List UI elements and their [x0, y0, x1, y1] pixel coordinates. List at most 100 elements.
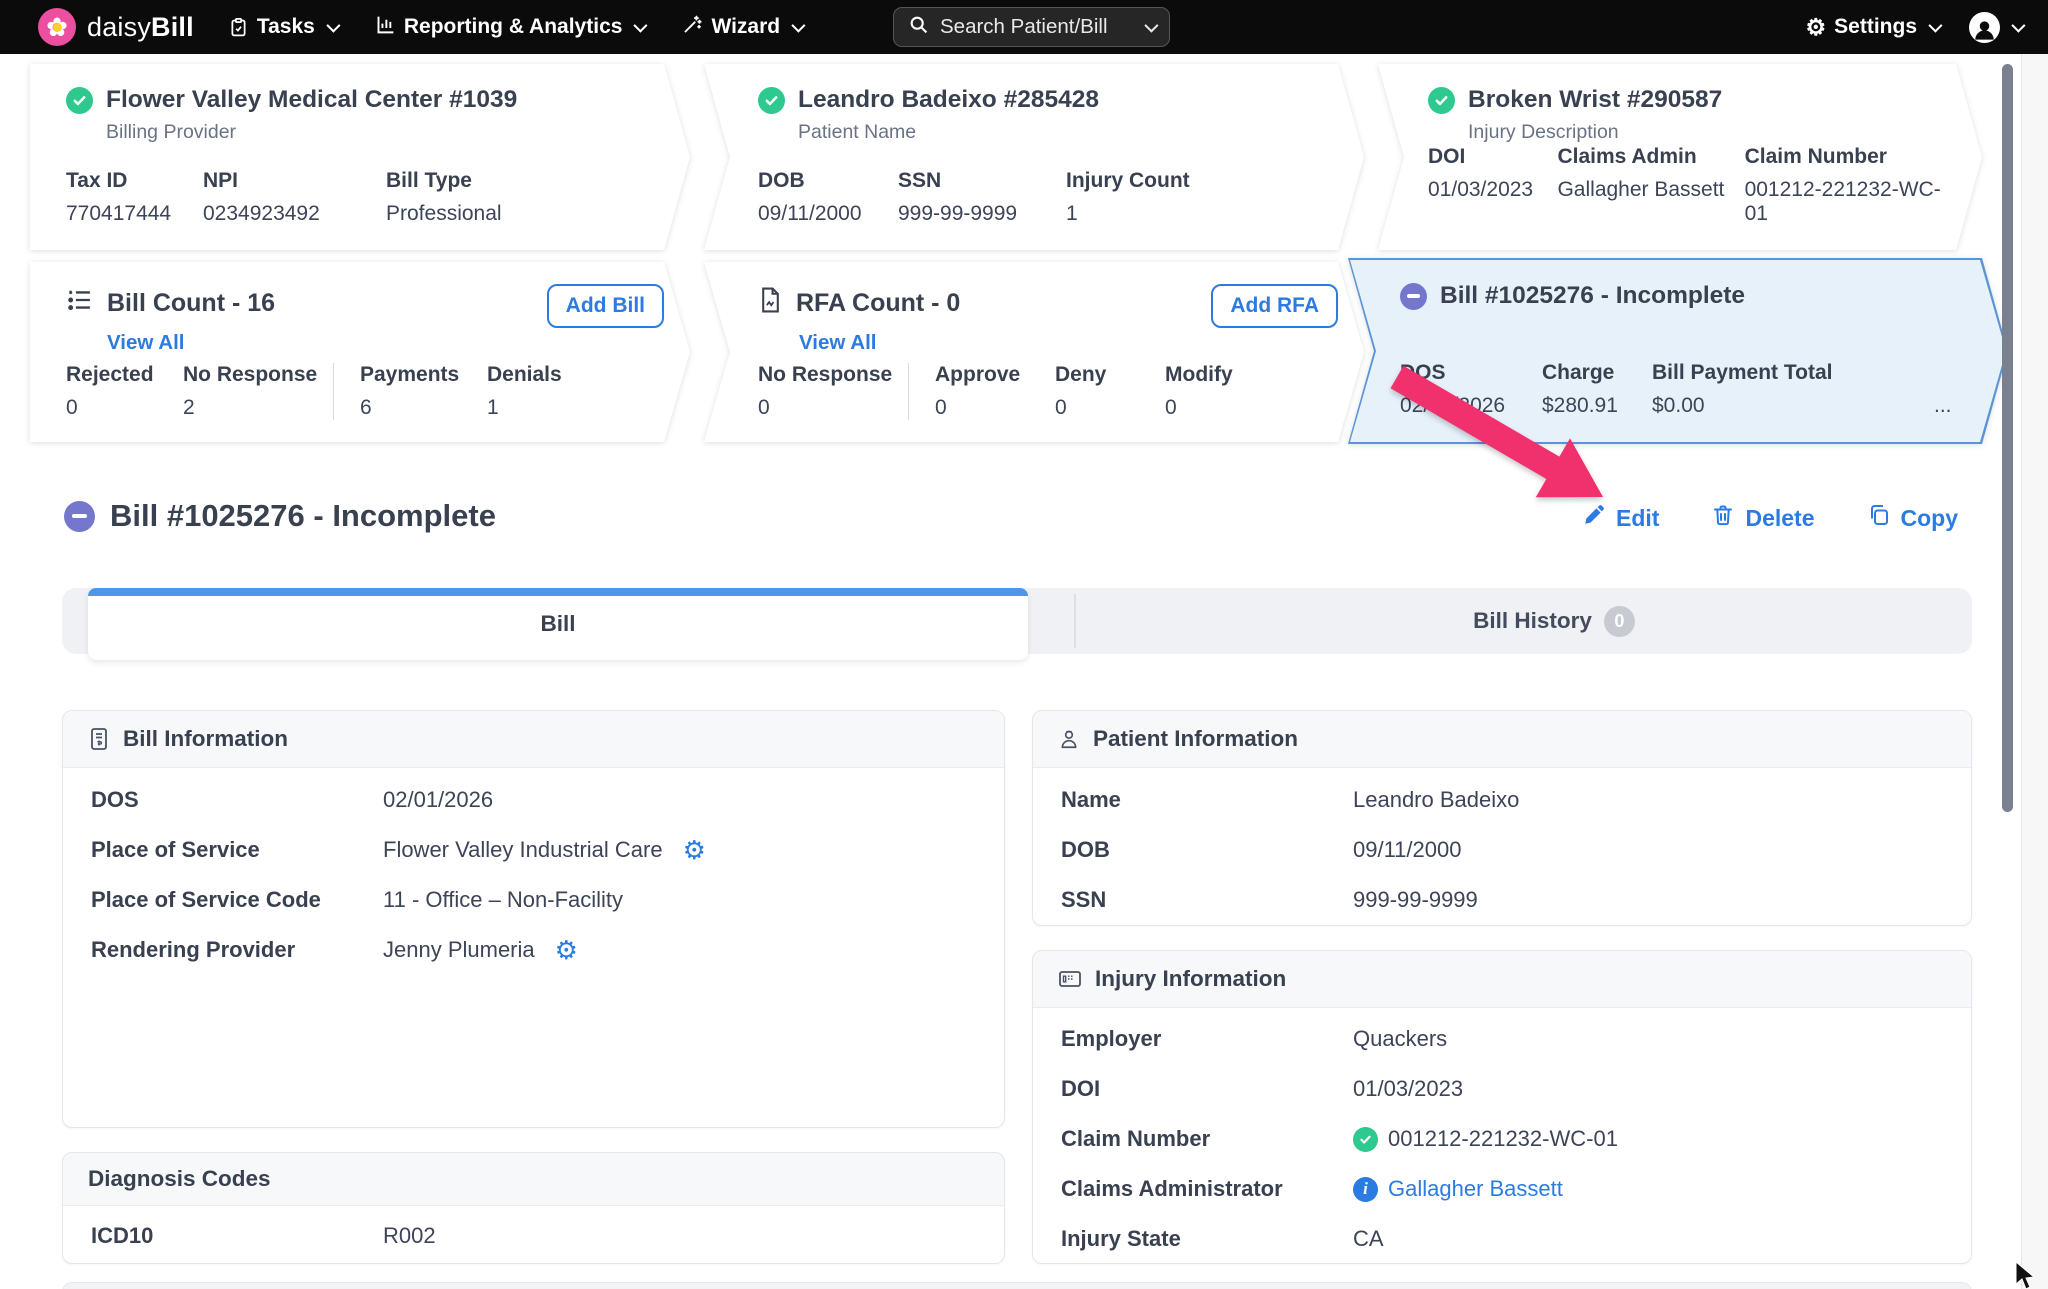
- field-injury-count: Injury Count 1: [1066, 169, 1190, 226]
- scrollbar-thumb[interactable]: [2002, 64, 2013, 812]
- brand-name: daisyBill: [87, 12, 194, 43]
- place-of-service-gear-icon[interactable]: ⚙: [683, 837, 706, 863]
- field-claims-admin: Claims Admin Gallagher Bassett: [1557, 145, 1744, 226]
- tab-bill[interactable]: Bill: [88, 588, 1028, 660]
- nav-settings[interactable]: ⚙ Settings: [1806, 15, 1939, 39]
- place-of-service-code-value: 11 - Office – Non-Facility: [383, 887, 623, 913]
- rfa-count-view-all-link[interactable]: View All: [799, 331, 876, 355]
- bill-count-card: Bill Count - 16 View All Add Bill Reject…: [30, 262, 690, 442]
- nav-reporting-analytics[interactable]: Reporting & Analytics: [375, 14, 645, 41]
- rendering-provider-value: Jenny Plumeria: [383, 937, 535, 963]
- user-avatar-icon: [1969, 12, 2000, 43]
- chevron-down-icon: [2011, 19, 2025, 33]
- injury-information-card: Injury Information Employer Quackers DOI…: [1032, 950, 1972, 1264]
- nav-tasks[interactable]: Tasks: [228, 15, 337, 39]
- gear-icon: ⚙: [1806, 16, 1827, 39]
- incomplete-status-icon: [1400, 283, 1427, 310]
- chevron-down-icon: [634, 19, 648, 33]
- copy-button[interactable]: Copy: [1867, 503, 1959, 533]
- patient-information-title: Patient Information: [1093, 726, 1298, 752]
- patient-ssn-value: 999-99-9999: [1353, 887, 1478, 913]
- pencil-icon: [1582, 503, 1606, 533]
- chevron-down-icon: [1144, 19, 1158, 33]
- chevron-down-icon: [1928, 19, 1942, 33]
- breadcrumb-injury[interactable]: Broken Wrist #290587 Injury Description …: [1378, 64, 1982, 250]
- chart-icon: [375, 14, 396, 41]
- patient-subtitle: Patient Name: [798, 121, 1334, 144]
- bill-count-view-all-link[interactable]: View All: [107, 331, 184, 355]
- stat-no-response: No Response 0: [758, 363, 908, 420]
- injury-card-icon: [1058, 968, 1082, 990]
- field-dob: DOB 09/11/2000: [758, 169, 898, 226]
- injury-subtitle: Injury Description: [1468, 121, 1952, 144]
- employer-value: Quackers: [1353, 1026, 1447, 1052]
- field-tax-id: Tax ID 770417444: [66, 169, 203, 226]
- daisybill-app: ✿ daisyBill Tasks Reporting & Analytics: [0, 0, 2048, 1289]
- scrollbar-track[interactable]: [2021, 54, 2048, 1289]
- claims-administrator-link[interactable]: Gallagher Bassett: [1388, 1176, 1563, 1202]
- active-bill-card[interactable]: Bill #1025276 - Incomplete DOS 02/01/202…: [1348, 258, 2008, 444]
- stat-rejected: Rejected 0: [66, 363, 183, 420]
- tab-bill-history[interactable]: Bill History 0: [1076, 588, 2032, 654]
- field-ssn: SSN 999-99-9999: [898, 169, 1066, 226]
- rfa-count-title: RFA Count - 0: [796, 289, 960, 318]
- dos-value: 02/01/2026: [383, 787, 493, 813]
- field-doi: DOI 01/03/2023: [1428, 145, 1557, 226]
- check-circle-icon: [1353, 1127, 1378, 1152]
- billing-provider-subtitle: Billing Provider: [106, 121, 660, 144]
- patient-dob-value: 09/11/2000: [1353, 837, 1461, 863]
- injury-state-value: CA: [1353, 1226, 1384, 1252]
- nav-account-menu[interactable]: [1969, 12, 2022, 43]
- active-bill-title: Bill #1025276 - Incomplete: [1440, 282, 1745, 310]
- add-rfa-button[interactable]: Add RFA: [1211, 284, 1338, 328]
- diagnosis-codes-title: Diagnosis Codes: [88, 1166, 271, 1192]
- chevron-down-icon: [791, 19, 805, 33]
- delete-button[interactable]: Delete: [1711, 503, 1814, 533]
- brand-logo[interactable]: ✿ daisyBill: [38, 8, 194, 46]
- top-nav: ✿ daisyBill Tasks Reporting & Analytics: [0, 0, 2048, 54]
- divider: [333, 363, 334, 420]
- stat-bill-payment-total: Bill Payment Total $0.00: [1652, 361, 1842, 418]
- search-patient-bill[interactable]: Search Patient/Bill: [893, 7, 1170, 47]
- history-count-badge: 0: [1604, 606, 1635, 637]
- nav-wizard[interactable]: Wizard: [682, 14, 802, 41]
- rfa-count-card: RFA Count - 0 View All Add RFA No Respon…: [704, 262, 1364, 442]
- check-circle-icon: [66, 87, 93, 114]
- edit-button[interactable]: Edit: [1582, 503, 1659, 533]
- add-bill-button[interactable]: Add Bill: [547, 284, 664, 328]
- breadcrumb-patient[interactable]: Leandro Badeixo #285428 Patient Name DOB…: [704, 64, 1364, 250]
- check-circle-icon: [1428, 87, 1455, 114]
- place-of-service-value: Flower Valley Industrial Care: [383, 837, 663, 863]
- icd10-value: R002: [383, 1223, 436, 1249]
- stat-dos: DOS 02/01/2026: [1400, 361, 1542, 418]
- stat-payments: Payments 6: [360, 363, 487, 420]
- bill-information-card: Bill Information DOS 02/01/2026 Place of…: [62, 710, 1005, 1128]
- injury-information-title: Injury Information: [1095, 966, 1286, 992]
- field-npi: NPI 0234923492: [203, 169, 386, 226]
- breadcrumb-billing-provider[interactable]: Flower Valley Medical Center #1039 Billi…: [30, 64, 690, 250]
- check-circle-icon: [758, 87, 785, 114]
- stat-modify: Modify 0: [1165, 363, 1233, 420]
- rfa-document-icon: [758, 286, 783, 321]
- billing-provider-title: Flower Valley Medical Center #1039: [106, 86, 517, 114]
- bill-document-icon: [88, 727, 110, 751]
- page-title: Bill #1025276 - Incomplete: [110, 498, 496, 534]
- incomplete-status-icon: [64, 501, 95, 532]
- bill-count-title: Bill Count - 16: [107, 289, 275, 318]
- patient-title: Leandro Badeixo #285428: [798, 86, 1099, 114]
- rendering-provider-gear-icon[interactable]: ⚙: [555, 937, 578, 963]
- bill-information-title: Bill Information: [123, 726, 288, 752]
- wand-icon: [682, 14, 703, 41]
- copy-icon: [1867, 503, 1891, 533]
- mouse-cursor: [2014, 1262, 2040, 1289]
- bill-tabs: Bill Bill History 0: [62, 588, 1972, 654]
- patient-information-card: Patient Information Name Leandro Badeixo…: [1032, 710, 1972, 926]
- more-indicator[interactable]: ...: [1934, 394, 1952, 418]
- info-icon[interactable]: i: [1353, 1177, 1378, 1202]
- claim-number-value: 001212-221232-WC-01: [1388, 1126, 1618, 1152]
- clipboard-icon: [228, 17, 249, 38]
- trash-icon: [1711, 503, 1735, 533]
- patient-icon: [1058, 727, 1080, 751]
- stat-denials: Denials 1: [487, 363, 562, 420]
- next-section-partial: [62, 1282, 1972, 1289]
